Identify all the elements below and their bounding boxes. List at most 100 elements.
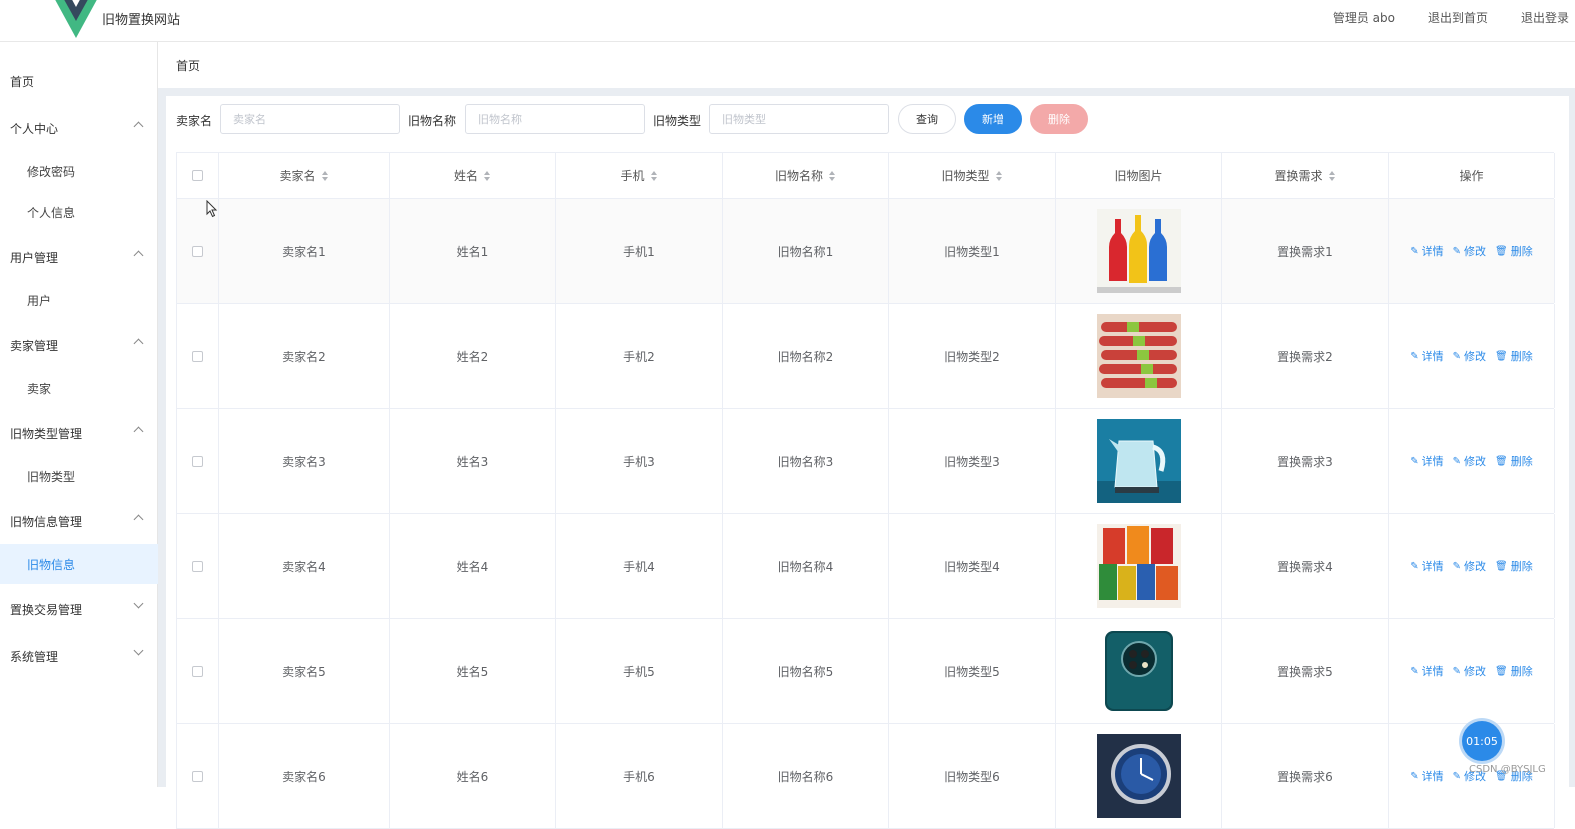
cell-seller: 卖家名5	[219, 619, 390, 723]
logout-link[interactable]: 退出登录	[1521, 9, 1569, 26]
row-checkbox[interactable]	[192, 455, 203, 467]
edit-button[interactable]: ✎ 修改	[1453, 453, 1486, 469]
sidebar-group-item-types[interactable]: 旧物类型管理	[0, 413, 158, 453]
sidebar-group-exchange[interactable]: 置换交易管理	[0, 589, 158, 629]
delete-label: 删除	[1510, 350, 1533, 363]
cell-demand: 置换需求6	[1222, 724, 1389, 828]
item-thumbnail[interactable]	[1096, 734, 1181, 818]
sidebar-item-personal-info[interactable]: 个人信息	[0, 192, 158, 232]
cell-phone: 手机3	[556, 409, 723, 513]
cell-item-name: 旧物名称5	[723, 619, 889, 723]
edit-label: 修改	[1464, 350, 1487, 363]
back-home-link[interactable]: 退出到首页	[1428, 9, 1488, 26]
breadcrumb[interactable]: 首页	[176, 57, 200, 74]
detail-label: 详情	[1421, 350, 1444, 363]
column-header-item-name[interactable]: 旧物名称	[723, 153, 889, 198]
sidebar-group-item-info[interactable]: 旧物信息管理	[0, 501, 158, 541]
row-checkbox[interactable]	[192, 560, 203, 572]
sidebar-item-item-info[interactable]: 旧物信息	[0, 544, 158, 584]
cell-actions: ✎ 详情 ✎ 修改 🗑 删除	[1389, 199, 1555, 303]
seller-input[interactable]	[220, 104, 400, 134]
item-thumbnail[interactable]	[1096, 629, 1181, 713]
item-thumbnail[interactable]	[1096, 524, 1181, 608]
edit-button[interactable]: ✎ 修改	[1453, 558, 1486, 574]
sort-icon[interactable]	[321, 170, 329, 181]
sort-icon[interactable]	[1328, 170, 1336, 181]
item-name-input[interactable]	[465, 104, 645, 134]
delete-button[interactable]: 🗑 删除	[1495, 348, 1533, 364]
column-header-seller[interactable]: 卖家名	[219, 153, 390, 198]
sidebar-item-change-password[interactable]: 修改密码	[0, 151, 158, 191]
header-actions: 管理员 abo 退出到首页 退出登录	[1333, 9, 1569, 26]
cell-actions: ✎ 详情 ✎ 修改 🗑 删除	[1389, 409, 1555, 513]
cell-item-name: 旧物名称4	[723, 514, 889, 618]
sidebar-item-user[interactable]: 用户	[0, 280, 158, 320]
row-checkbox[interactable]	[192, 350, 203, 362]
detail-button[interactable]: ✎ 详情	[1410, 663, 1443, 679]
timer-float-button[interactable]: 01:05	[1462, 721, 1502, 761]
cell-item-type: 旧物类型3	[889, 409, 1056, 513]
delete-button[interactable]: 🗑 删除	[1495, 243, 1533, 259]
sort-icon[interactable]	[995, 170, 1003, 181]
edit-label: 修改	[1464, 455, 1487, 468]
table-header-row: 卖家名 姓名 手机 旧物名称 旧物类型 旧物图片 置换需求 操作	[177, 153, 1555, 199]
item-type-input[interactable]	[709, 104, 889, 134]
sidebar-item-home[interactable]: 首页	[0, 61, 158, 101]
sidebar-group-sellers[interactable]: 卖家管理	[0, 325, 158, 365]
sort-icon[interactable]	[650, 170, 658, 181]
sidebar-group-personal[interactable]: 个人中心	[0, 108, 158, 148]
cell-name: 姓名6	[390, 724, 556, 828]
detail-button[interactable]: ✎ 详情	[1410, 453, 1443, 469]
batch-delete-button[interactable]: 删除	[1030, 104, 1088, 134]
detail-button[interactable]: ✎ 详情	[1410, 768, 1443, 784]
delete-button[interactable]: 🗑 删除	[1495, 453, 1533, 469]
chevron-up-icon	[133, 426, 144, 437]
detail-label: 详情	[1421, 770, 1444, 783]
item-thumbnail[interactable]	[1096, 419, 1181, 503]
sort-icon[interactable]	[484, 170, 491, 181]
detail-button[interactable]: ✎ 详情	[1410, 348, 1443, 364]
edit-pen-icon: ✎	[1410, 245, 1419, 257]
cell-seller: 卖家名2	[219, 304, 390, 408]
sidebar: 首页 个人中心 修改密码 个人信息 用户管理 用户 卖家管理 卖家 旧物类型管理…	[0, 42, 158, 787]
row-checkbox[interactable]	[192, 770, 203, 782]
item-thumbnail[interactable]	[1096, 314, 1181, 398]
detail-button[interactable]: ✎ 详情	[1410, 558, 1443, 574]
select-all-checkbox[interactable]	[192, 170, 203, 181]
column-header-name[interactable]: 姓名	[390, 153, 556, 198]
sidebar-item-item-type[interactable]: 旧物类型	[0, 456, 158, 496]
column-title: 旧物名称	[774, 169, 823, 183]
sort-icon[interactable]	[829, 170, 836, 181]
query-button[interactable]: 查询	[898, 104, 956, 134]
edit-button[interactable]: ✎ 修改	[1453, 243, 1486, 259]
item-thumbnail[interactable]	[1096, 209, 1181, 293]
column-header-phone[interactable]: 手机	[556, 153, 723, 198]
delete-label: 删除	[1510, 560, 1533, 573]
cell-name: 姓名1	[390, 199, 556, 303]
edit-button[interactable]: ✎ 修改	[1453, 348, 1486, 364]
table-row: 卖家名4 姓名4 手机4 旧物名称4 旧物类型4 置换需求4 ✎ 详情 ✎ 修改 🗑 删除	[177, 514, 1555, 619]
sidebar-group-users[interactable]: 用户管理	[0, 237, 158, 277]
add-button[interactable]: 新增	[964, 104, 1022, 134]
cell-item-type: 旧物类型4	[889, 514, 1056, 618]
chevron-up-icon	[133, 338, 144, 349]
cell-name: 姓名5	[390, 619, 556, 723]
edit-pen-icon: ✎	[1452, 245, 1462, 257]
search-bar: 卖家名 旧物名称 旧物类型 查询 新增 删除	[166, 96, 1569, 146]
column-header-demand[interactable]: 置换需求	[1222, 153, 1389, 198]
row-checkbox[interactable]	[192, 245, 203, 257]
sidebar-item-seller[interactable]: 卖家	[0, 368, 158, 408]
sidebar-item-label: 旧物信息管理	[10, 514, 83, 529]
table-row: 卖家名1 姓名1 手机1 旧物名称1 旧物类型1 置换需求1 ✎ 详情 ✎ 修改 🗑 删除	[177, 199, 1555, 304]
detail-button[interactable]: ✎ 详情	[1410, 243, 1443, 259]
cell-seller: 卖家名1	[219, 199, 390, 303]
chevron-up-icon	[133, 121, 144, 132]
cell-item-type: 旧物类型2	[889, 304, 1056, 408]
column-header-item-type[interactable]: 旧物类型	[889, 153, 1056, 198]
sidebar-group-system[interactable]: 系统管理	[0, 636, 158, 676]
edit-button[interactable]: ✎ 修改	[1453, 663, 1486, 679]
delete-button[interactable]: 🗑 删除	[1495, 558, 1533, 574]
cell-demand: 置换需求4	[1222, 514, 1389, 618]
delete-button[interactable]: 🗑 删除	[1495, 663, 1533, 679]
row-checkbox[interactable]	[192, 665, 203, 677]
